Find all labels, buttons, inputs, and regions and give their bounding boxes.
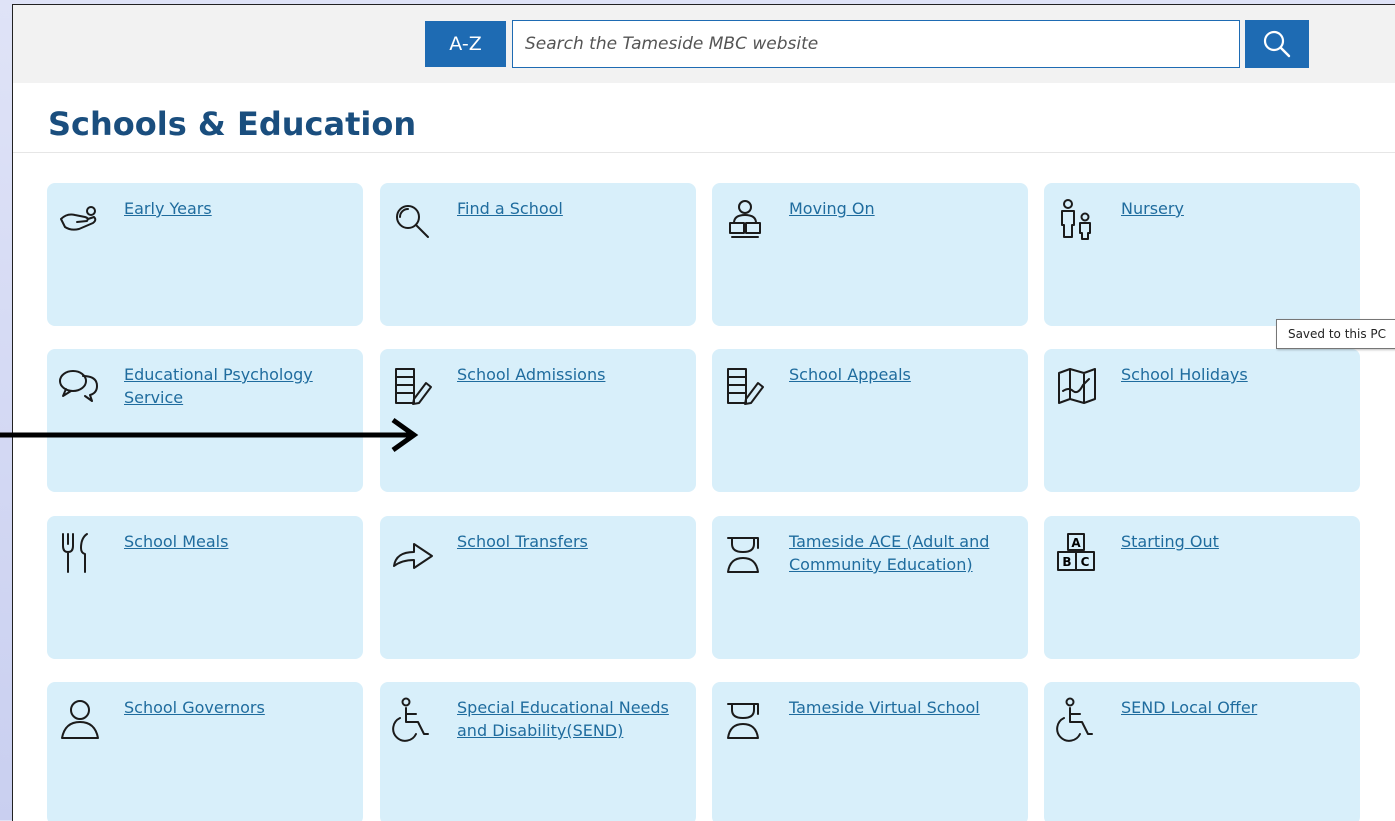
reader-icon (722, 197, 768, 243)
tile-school-meals[interactable]: School Meals (47, 516, 363, 659)
wheelchair-icon (1054, 696, 1100, 742)
person-icon (57, 696, 103, 742)
tile-link[interactable]: Moving On (789, 197, 1014, 220)
tile-link[interactable]: Tameside Virtual School (789, 696, 1014, 719)
search-input[interactable] (512, 20, 1240, 68)
tile-special-educational-needs-and-disability-send[interactable]: Special Educational Needs and Disability… (380, 682, 696, 821)
hand-icon (57, 197, 103, 243)
search-button[interactable] (1245, 20, 1309, 68)
tile-link[interactable]: Educational Psychology Service (124, 363, 349, 409)
tile-link[interactable]: School Admissions (457, 363, 682, 386)
tile-nursery[interactable]: Nursery (1044, 183, 1360, 326)
tile-link[interactable]: School Transfers (457, 530, 682, 553)
tile-link[interactable]: School Holidays (1121, 363, 1346, 386)
form-pen-icon (390, 363, 436, 409)
tile-link[interactable]: Find a School (457, 197, 682, 220)
tile-link[interactable]: Starting Out (1121, 530, 1346, 553)
tile-link[interactable]: Special Educational Needs and Disability… (457, 696, 682, 742)
tile-link[interactable]: Tameside ACE (Adult and Community Educat… (789, 530, 1014, 576)
svg-text:C: C (1081, 555, 1090, 569)
tile-school-holidays[interactable]: School Holidays (1044, 349, 1360, 492)
speech-bubbles-icon (57, 363, 103, 409)
tile-link[interactable]: School Meals (124, 530, 349, 553)
tile-link[interactable]: Early Years (124, 197, 349, 220)
tile-school-governors[interactable]: School Governors (47, 682, 363, 821)
tooltip: Saved to this PC (1276, 319, 1395, 349)
annotation-arrow (0, 417, 419, 453)
graduate-icon (722, 530, 768, 576)
a-z-button[interactable]: A-Z (425, 21, 506, 67)
page-title: Schools & Education (48, 105, 417, 143)
header-bar: A-Z (13, 5, 1395, 83)
tile-send-local-offer[interactable]: SEND Local Offer (1044, 682, 1360, 821)
tile-early-years[interactable]: Early Years (47, 183, 363, 326)
svg-text:A: A (1071, 536, 1081, 550)
form-pen-icon (722, 363, 768, 409)
cutlery-icon (57, 530, 103, 576)
magnifier-icon (390, 197, 436, 243)
tile-link[interactable]: SEND Local Offer (1121, 696, 1346, 719)
title-divider (13, 152, 1395, 153)
tile-school-transfers[interactable]: School Transfers (380, 516, 696, 659)
page: A-Z Schools & Education Early Years Find … (12, 4, 1395, 821)
search-icon (1263, 30, 1291, 58)
map-icon (1054, 363, 1100, 409)
wheelchair-icon (390, 696, 436, 742)
graduate-icon (722, 696, 768, 742)
abc-blocks-icon: ABC (1054, 530, 1100, 576)
tile-school-appeals[interactable]: School Appeals (712, 349, 1028, 492)
arrow-icon (390, 530, 436, 576)
tile-tameside-ace-adult-and-community-education[interactable]: Tameside ACE (Adult and Community Educat… (712, 516, 1028, 659)
tile-link[interactable]: School Governors (124, 696, 349, 719)
tile-find-a-school[interactable]: Find a School (380, 183, 696, 326)
parent-child-icon (1054, 197, 1100, 243)
tile-link[interactable]: School Appeals (789, 363, 1014, 386)
tile-moving-on[interactable]: Moving On (712, 183, 1028, 326)
tile-starting-out[interactable]: A B C Starting Out (1044, 516, 1360, 659)
tile-tameside-virtual-school[interactable]: Tameside Virtual School (712, 682, 1028, 821)
tile-link[interactable]: Nursery (1121, 197, 1346, 220)
svg-text:B: B (1062, 555, 1071, 569)
